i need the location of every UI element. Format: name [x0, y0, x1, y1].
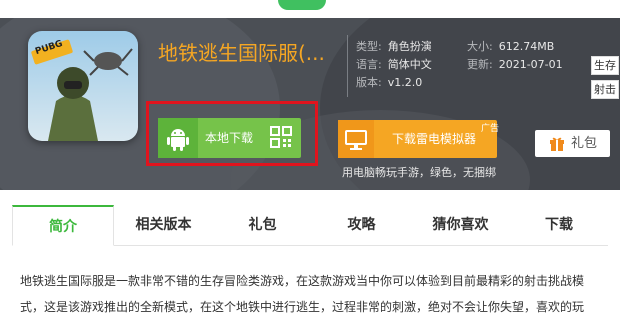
- qr-code-icon[interactable]: [270, 126, 292, 148]
- monitor-icon: [338, 120, 374, 158]
- tab-download[interactable]: 下载: [510, 205, 608, 245]
- emulator-download-button[interactable]: 下载雷电模拟器: [338, 120, 497, 158]
- meta-update: 更新: 2021-07-01: [467, 58, 563, 71]
- emulator-download-label: 下载雷电模拟器: [392, 132, 477, 146]
- meta-type: 类型: 角色扮演: [356, 40, 432, 53]
- gift-button[interactable]: 礼包: [535, 130, 610, 157]
- emulator-subtitle: 用电脑畅玩手游，绿色，无捆绑: [342, 166, 496, 179]
- tab-you-may-like[interactable]: 猜你喜欢: [411, 205, 510, 245]
- game-title: 地铁逃生国际服(...: [158, 41, 325, 65]
- tab-bar: 简介 相关版本 礼包 攻略 猜你喜欢 下载: [12, 205, 608, 246]
- gift-icon: [549, 136, 565, 151]
- local-download-label: 本地下载: [205, 131, 254, 145]
- game-icon: PUBG: [28, 31, 138, 141]
- divider: [347, 35, 348, 97]
- local-download-button[interactable]: 本地下载: [158, 118, 301, 158]
- site-logo-fragment: [278, 0, 326, 10]
- android-icon: [158, 118, 198, 158]
- meta-language: 语言: 简体中文: [356, 58, 432, 71]
- meta-size: 大小: 612.74MB: [467, 40, 555, 53]
- tab-intro[interactable]: 简介: [12, 205, 114, 246]
- tag-shooting[interactable]: 射击: [591, 80, 619, 99]
- tag-survival[interactable]: 生存: [591, 56, 619, 75]
- description-line: 地铁逃生国际服是一款非常不错的生存冒险类游戏，在这款游戏当中你可以体验到目前最精…: [20, 274, 585, 288]
- gift-label: 礼包: [571, 136, 598, 151]
- game-description: 地铁逃生国际服是一款非常不错的生存冒险类游戏，在这款游戏当中你可以体验到目前最精…: [20, 268, 620, 320]
- top-strip: [0, 0, 620, 18]
- tab-related-versions[interactable]: 相关版本: [114, 205, 213, 245]
- description-line: 式，这是该游戏推出的全新模式，在这个地铁中进行逃生，过程非常的刺激，绝对不会让你…: [20, 300, 585, 314]
- meta-version: 版本: v1.2.0: [356, 76, 423, 89]
- tab-gift[interactable]: 礼包: [213, 205, 312, 245]
- ad-badge: 广告: [481, 124, 500, 134]
- tab-guide[interactable]: 攻略: [312, 205, 411, 245]
